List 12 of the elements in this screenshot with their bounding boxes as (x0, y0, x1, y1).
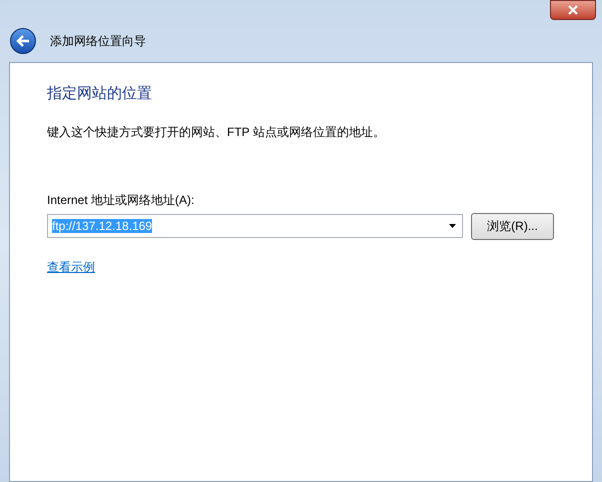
browse-button[interactable]: 浏览(R)... (471, 212, 554, 240)
window-title: 添加网络位置向导 (50, 33, 146, 50)
close-button[interactable] (550, 0, 596, 20)
back-arrow-icon (16, 35, 30, 47)
examples-link[interactable]: 查看示例 (47, 258, 95, 276)
page-heading: 指定网站的位置 (47, 84, 152, 104)
field-label: Internet 地址或网络地址(A): (47, 192, 194, 208)
close-icon (568, 5, 578, 15)
address-combobox[interactable]: ftp://137.12.18.169 (47, 214, 463, 238)
description: 键入这个快捷方式要打开的网站、FTP 站点或网络位置的地址。 (47, 124, 385, 140)
back-button[interactable] (10, 28, 36, 54)
dropdown-arrow-icon (449, 224, 456, 228)
